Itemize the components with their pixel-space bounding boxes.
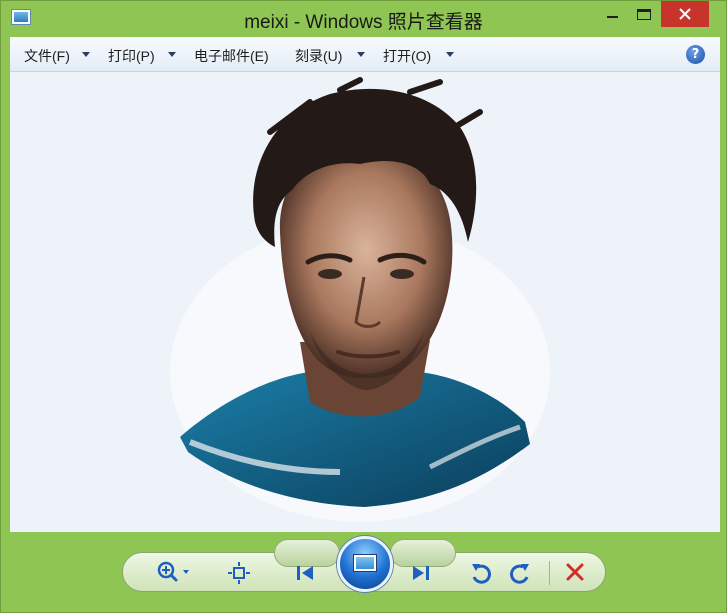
displayed-portrait-image <box>170 77 550 522</box>
rotate-counterclockwise-button[interactable] <box>470 561 492 589</box>
previous-icon <box>297 566 313 580</box>
help-icon[interactable]: ? <box>686 45 705 64</box>
maximize-button[interactable] <box>629 1 659 27</box>
previous-button[interactable] <box>274 539 340 567</box>
delete-button[interactable] <box>565 562 585 590</box>
rotate-counterclockwise-icon <box>472 564 491 584</box>
rotate-clockwise-icon <box>510 564 529 584</box>
menu-email[interactable]: 电子邮件(E) <box>194 46 269 66</box>
photo-viewer-window: meixi - Windows 照片查看器 文件(F) 打印(P) 电子邮件(E… <box>0 0 727 613</box>
zoom-button[interactable] <box>156 560 196 588</box>
actual-size-icon <box>228 562 250 584</box>
minimize-button[interactable] <box>597 1 627 27</box>
previous-icon-wrap <box>295 564 315 592</box>
delete-icon <box>566 563 584 581</box>
chevron-down-icon[interactable] <box>357 52 365 57</box>
chevron-down-icon[interactable] <box>446 52 454 57</box>
slideshow-button[interactable] <box>337 536 393 592</box>
close-icon <box>679 8 691 20</box>
slideshow-icon <box>353 554 377 572</box>
chevron-down-icon[interactable] <box>168 52 176 57</box>
rotate-clockwise-button[interactable] <box>509 561 531 589</box>
title-bar[interactable]: meixi - Windows 照片查看器 <box>1 1 726 37</box>
next-icon <box>413 566 429 580</box>
chevron-down-icon[interactable] <box>82 52 90 57</box>
menu-open[interactable]: 打开(O) <box>383 46 431 66</box>
menu-print[interactable]: 打印(P) <box>108 46 155 66</box>
close-button[interactable] <box>661 1 709 27</box>
actual-size-button[interactable] <box>228 562 250 590</box>
menu-burn[interactable]: 刻录(U) <box>295 46 342 66</box>
image-viewport[interactable] <box>10 72 720 532</box>
zoom-icon <box>157 561 189 582</box>
menu-bar: 文件(F) 打印(P) 电子邮件(E) 刻录(U) 打开(O) ? <box>10 37 720 72</box>
bottom-toolbar <box>1 532 726 612</box>
menu-file[interactable]: 文件(F) <box>24 46 70 66</box>
next-icon-wrap <box>411 564 431 592</box>
next-button[interactable] <box>390 539 456 567</box>
toolbar-divider <box>549 561 550 585</box>
